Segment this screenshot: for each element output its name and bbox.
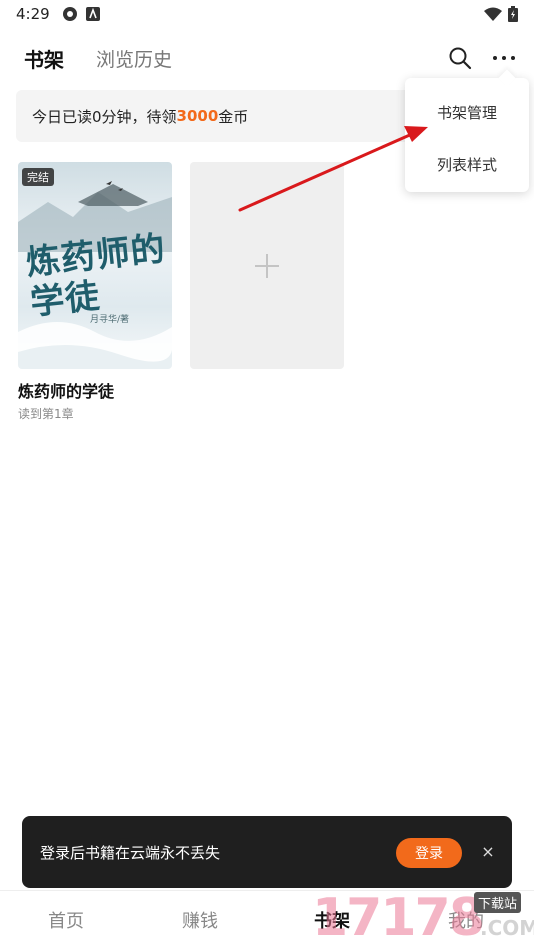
tab-browse-history[interactable]: 浏览历史 <box>96 45 172 72</box>
banner-prefix: 今日已读0分钟，待领 <box>32 107 177 126</box>
book-cover[interactable]: 完结 炼药师的学徒 月寻华/著 <box>18 162 172 369</box>
tab-bookshelf[interactable]: 书架 <box>24 44 64 73</box>
menu-item-bookshelf-manage[interactable]: 书架管理 <box>405 92 529 132</box>
more-icon[interactable] <box>490 46 518 70</box>
book-title[interactable]: 炼药师的学徒 <box>18 378 114 402</box>
status-bar: 4:29 <box>0 0 534 28</box>
search-icon[interactable] <box>448 46 472 70</box>
app-notification-icon <box>85 7 100 21</box>
login-button[interactable]: 登录 <box>396 838 462 868</box>
watermark-badge: 下载站 <box>474 892 522 913</box>
nav-home[interactable]: 首页 <box>48 907 84 933</box>
header: 书架 浏览历史 <box>0 38 534 78</box>
watermark-domain: .COM <box>480 916 534 940</box>
banner-coins: 3000 <box>176 107 219 125</box>
more-dropdown-menu: 书架管理 列表样式 <box>405 78 529 192</box>
cover-title: 炼药师的学徒 <box>24 228 168 324</box>
login-toast: 登录后书籍在云端永不丢失 登录 × <box>22 816 512 888</box>
status-time: 4:29 <box>16 5 50 23</box>
watermark: 17178 下载站 .COM <box>312 886 534 950</box>
nav-earn[interactable]: 赚钱 <box>182 907 218 933</box>
wifi-icon <box>484 7 502 21</box>
completed-badge: 完结 <box>22 168 54 186</box>
cover-author: 月寻华/著 <box>90 315 130 325</box>
watermark-digits: 17178 <box>312 888 485 948</box>
battery-icon <box>508 6 518 22</box>
add-book-button[interactable] <box>190 162 344 369</box>
banner-suffix: 金币 <box>218 107 249 126</box>
book-progress: 读到第1章 <box>18 407 74 421</box>
close-icon[interactable]: × <box>478 841 498 861</box>
plus-icon <box>255 253 279 278</box>
gear-icon <box>62 7 77 21</box>
toast-message: 登录后书籍在云端永不丢失 <box>40 843 221 862</box>
menu-item-list-style[interactable]: 列表样式 <box>405 144 529 184</box>
